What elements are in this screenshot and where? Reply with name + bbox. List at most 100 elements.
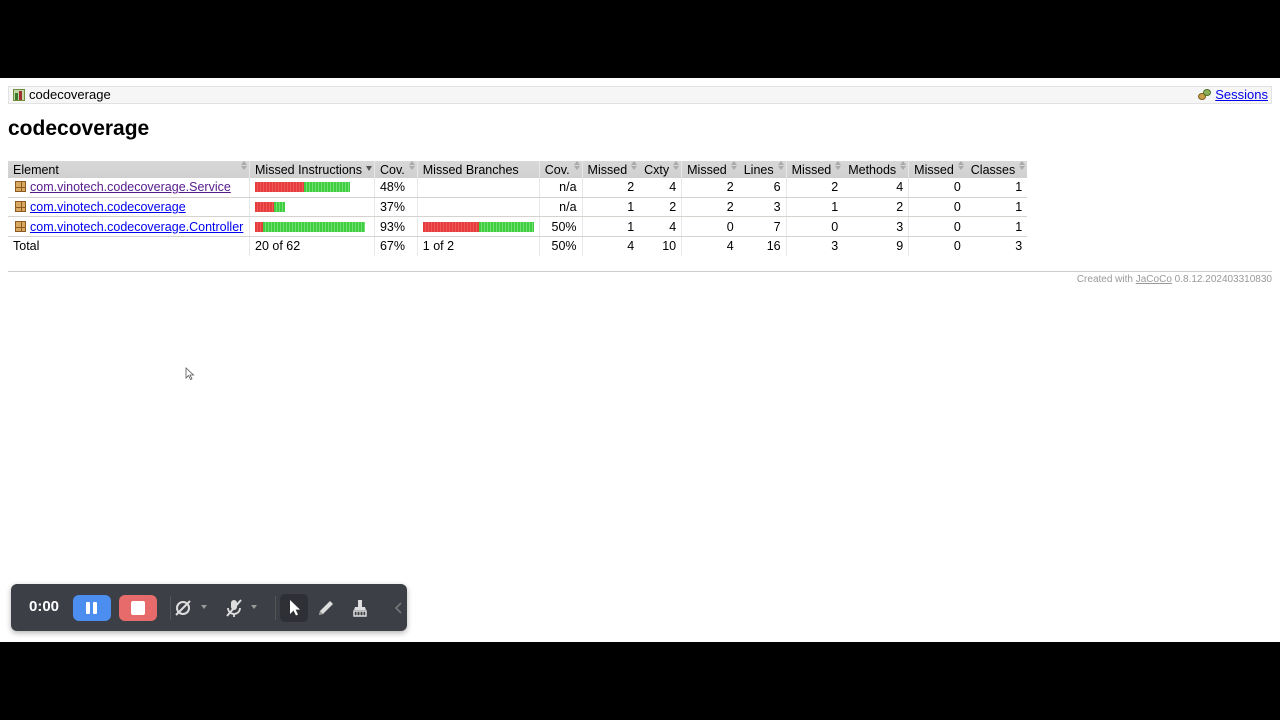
table-row: com.vinotech.codecoverage.Controller 93% 5… <box>8 216 1028 238</box>
total-branch-cov: 50% <box>538 236 583 256</box>
col-header-classes[interactable]: Classes <box>965 161 1028 178</box>
coverage-table: Element Missed Instructions Cov. Missed … <box>8 161 1028 256</box>
branch-coverage-bar <box>422 221 534 232</box>
footer-version: 0.8.12.202403310830 <box>1174 274 1272 285</box>
total-label: Total <box>8 236 250 256</box>
cxty-cell: 4 <box>639 216 682 238</box>
branch-missed-bar <box>422 221 479 232</box>
methods-missed-cell: 2 <box>785 178 844 198</box>
report-icon <box>13 89 25 101</box>
cxty-missed-cell: 1 <box>581 216 640 238</box>
cxty-cell: 4 <box>639 178 682 198</box>
col-header-instr-cov[interactable]: Cov. <box>373 161 418 178</box>
methods-cell: 2 <box>843 197 909 218</box>
total-branches: 1 of 2 <box>416 236 540 256</box>
col-header-methods-missed[interactable]: Missed <box>785 161 844 178</box>
total-methods-missed: 3 <box>785 236 844 256</box>
element-cell: com.vinotech.codecoverage.Controller <box>8 216 250 238</box>
col-header-lines-missed[interactable]: Missed <box>681 161 739 178</box>
branch-cov-cell: n/a <box>538 178 583 198</box>
col-header-element[interactable]: Element <box>8 161 250 178</box>
page-title: codecoverage <box>8 117 150 140</box>
table-row: com.vinotech.codecoverage.Service 48% n/a 2… <box>8 178 1028 198</box>
table-row: com.vinotech.codecoverage 37% n/a 1 2 2 3 1 2 0 1 <box>8 197 1028 218</box>
classes-cell: 1 <box>965 178 1028 198</box>
pause-button[interactable] <box>73 595 111 621</box>
package-link[interactable]: com.vinotech.codecoverage.Controller <box>30 220 243 234</box>
col-header-cxty-missed[interactable]: Missed <box>581 161 640 178</box>
pointer-tool-button[interactable] <box>280 594 308 622</box>
jacoco-link[interactable]: JaCoCo <box>1136 274 1172 285</box>
stop-button[interactable] <box>119 595 157 621</box>
camera-off-icon[interactable] <box>173 597 195 619</box>
pen-icon[interactable] <box>315 597 337 619</box>
instr-cov-cell: 37% <box>373 197 418 218</box>
instr-cov-cell: 93% <box>373 216 418 238</box>
lines-missed-cell: 2 <box>681 197 739 218</box>
footer-divider <box>8 271 1272 272</box>
classes-missed-cell: 0 <box>908 197 966 218</box>
collapse-icon[interactable] <box>392 597 414 619</box>
camera-options-caret-icon[interactable] <box>201 605 207 609</box>
branch-bar-cell <box>416 197 540 218</box>
methods-cell: 3 <box>843 216 909 238</box>
col-header-lines[interactable]: Lines <box>738 161 787 178</box>
lines-cell: 6 <box>738 178 787 198</box>
branch-cov-cell: 50% <box>538 216 583 238</box>
package-link[interactable]: com.vinotech.codecoverage <box>30 200 186 214</box>
table-total-row: Total 20 of 62 67% 1 of 2 50% 4 10 4 16 … <box>8 236 1028 256</box>
package-icon <box>15 201 26 213</box>
breadcrumb: codecoverage Sessions <box>8 86 1272 104</box>
col-header-branch-cov[interactable]: Cov. <box>538 161 583 178</box>
instr-cov-cell: 48% <box>373 178 418 198</box>
element-cell: com.vinotech.codecoverage.Service <box>8 178 250 198</box>
cxty-cell: 2 <box>639 197 682 218</box>
footer: Created with JaCoCo 0.8.12.202403310830 <box>1077 274 1272 285</box>
branch-cov-cell: n/a <box>538 197 583 218</box>
total-classes-missed: 0 <box>908 236 966 256</box>
total-cxty: 10 <box>639 236 682 256</box>
sessions-icon <box>1198 89 1212 101</box>
classes-cell: 1 <box>965 197 1028 218</box>
toolbar-divider <box>275 596 276 620</box>
classes-cell: 1 <box>965 216 1028 238</box>
eraser-icon[interactable] <box>349 597 371 619</box>
instruction-coverage-bar <box>255 221 369 232</box>
branch-bar-cell <box>416 178 540 198</box>
methods-cell: 4 <box>843 178 909 198</box>
instruction-missed-bar <box>255 221 263 232</box>
classes-missed-cell: 0 <box>908 216 966 238</box>
package-link[interactable]: com.vinotech.codecoverage.Service <box>30 180 231 194</box>
lines-cell: 3 <box>738 197 787 218</box>
classes-missed-cell: 0 <box>908 178 966 198</box>
sessions-link[interactable]: Sessions <box>1215 87 1268 103</box>
instruction-coverage-bar <box>255 202 369 213</box>
instruction-bar-cell <box>249 178 375 198</box>
lines-missed-cell: 2 <box>681 178 739 198</box>
mic-off-icon[interactable] <box>223 597 245 619</box>
cxty-missed-cell: 2 <box>581 178 640 198</box>
package-icon <box>15 181 26 193</box>
toolbar-divider <box>170 596 171 620</box>
col-header-missed-branches[interactable]: Missed Branches <box>416 161 540 178</box>
recording-timer: 0:00 <box>29 598 60 615</box>
col-header-methods[interactable]: Methods <box>843 161 909 178</box>
pointer-icon <box>290 600 300 616</box>
total-instr-cov: 67% <box>373 236 418 256</box>
screen-recorder-toolbar: 0:00 <box>11 584 407 631</box>
total-instructions: 20 of 62 <box>249 236 375 256</box>
lines-missed-cell: 0 <box>681 216 739 238</box>
col-header-cxty[interactable]: Cxty <box>639 161 682 178</box>
instruction-covered-bar <box>274 202 285 213</box>
element-cell: com.vinotech.codecoverage <box>8 197 250 218</box>
instruction-missed-bar <box>255 182 304 193</box>
lines-cell: 7 <box>738 216 787 238</box>
table-header-row: Element Missed Instructions Cov. Missed … <box>8 161 1028 178</box>
mic-options-caret-icon[interactable] <box>251 605 257 609</box>
total-lines: 16 <box>738 236 787 256</box>
col-header-missed-instructions[interactable]: Missed Instructions <box>249 161 375 178</box>
methods-missed-cell: 1 <box>785 197 844 218</box>
methods-missed-cell: 0 <box>785 216 844 238</box>
col-header-classes-missed[interactable]: Missed <box>908 161 966 178</box>
instruction-bar-cell <box>249 216 375 238</box>
